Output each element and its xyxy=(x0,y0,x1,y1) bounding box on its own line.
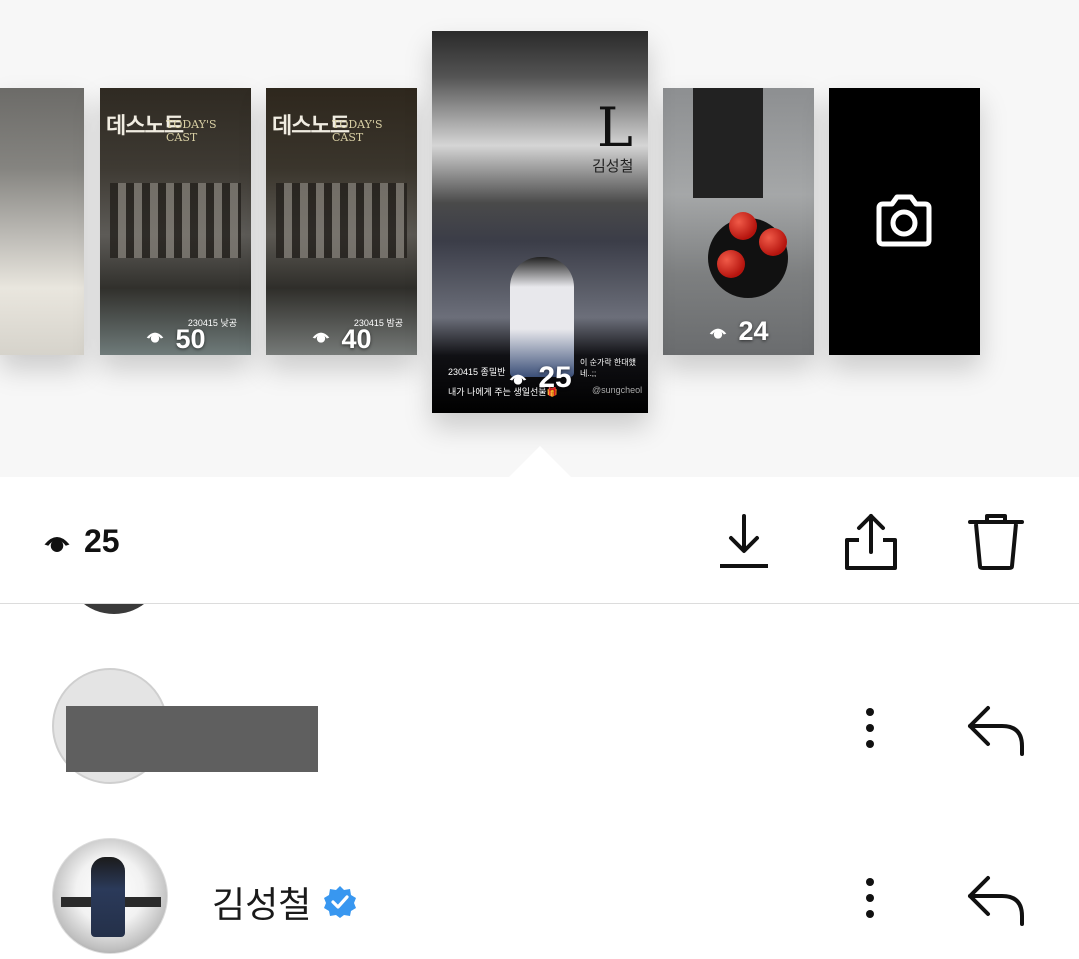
story-views-count: 50 xyxy=(175,324,206,354)
story-views-count: 24 xyxy=(738,316,769,346)
eye-icon xyxy=(710,328,727,339)
download-button[interactable] xyxy=(716,510,772,572)
story-person xyxy=(510,257,574,377)
story-toolbar: 25 xyxy=(0,477,1079,604)
story-cabinet xyxy=(693,88,763,198)
story-views-count: 25 xyxy=(538,361,572,394)
download-icon xyxy=(720,514,768,568)
story-signature-mark: L xyxy=(597,96,633,159)
avatar-person xyxy=(91,857,125,937)
story-views: 40 xyxy=(266,316,417,355)
viewers-list: 김성철 xyxy=(0,604,1079,959)
viewer-row[interactable] xyxy=(0,668,1079,786)
verified-badge-icon xyxy=(324,886,357,918)
selection-pointer xyxy=(508,446,572,477)
story-signature-name: 김성철 xyxy=(592,158,634,175)
story-views: 25 xyxy=(432,361,648,395)
poster-cast-grid xyxy=(110,183,241,258)
poster-subtitle: TODAY'S CAST xyxy=(166,118,217,144)
trash-icon xyxy=(968,514,1024,570)
eye-icon xyxy=(147,332,164,343)
story-views: 50 xyxy=(100,316,251,355)
poster-subtitle: TODAY'S CAST xyxy=(332,118,383,144)
share-icon xyxy=(845,514,897,570)
camera-icon xyxy=(876,194,932,247)
eye-icon xyxy=(44,536,70,552)
story-views-count: 40 xyxy=(341,324,372,354)
views-count: 25 xyxy=(84,523,120,559)
viewer-username: 김성철 xyxy=(212,884,312,925)
story-apple xyxy=(729,212,757,240)
add-story-camera-button[interactable] xyxy=(829,88,980,355)
story-views: 24 xyxy=(663,316,814,347)
story-thumbnail[interactable]: 18 xyxy=(0,88,84,355)
story-image xyxy=(0,88,84,355)
story-thumbnail[interactable]: 24 xyxy=(663,88,814,355)
more-icon[interactable] xyxy=(850,704,890,752)
story-thumbnail[interactable]: 데스노트 TODAY'S CAST 230415 밤공 40 xyxy=(266,88,417,355)
eye-icon xyxy=(509,374,527,385)
reply-icon[interactable] xyxy=(964,702,1028,758)
story-apple xyxy=(759,228,787,256)
reply-icon[interactable] xyxy=(964,872,1028,928)
story-thumbnail-selected[interactable]: L 김성철 230415 종밀반 이 순가락 한대했네..;; 내가 나에게 주… xyxy=(432,31,648,413)
eye-icon xyxy=(313,332,330,343)
story-thumbnail[interactable]: 데스노트 TODAY'S CAST 230415 낮공 50 xyxy=(100,88,251,355)
avatar xyxy=(64,604,164,614)
redacted-username xyxy=(66,706,318,772)
views-summary: 25 xyxy=(42,523,120,560)
story-strip: 18 데스노트 TODAY'S CAST 230415 낮공 50 데스노트 T… xyxy=(0,0,1079,477)
viewer-row[interactable]: 김성철 xyxy=(0,838,1079,956)
viewer-name: 김성철 xyxy=(212,876,357,928)
delete-button[interactable] xyxy=(968,510,1024,572)
story-apple xyxy=(717,250,745,278)
share-button[interactable] xyxy=(843,510,899,572)
avatar xyxy=(52,838,168,954)
poster-cast-grid xyxy=(276,183,407,258)
more-icon[interactable] xyxy=(850,874,890,922)
